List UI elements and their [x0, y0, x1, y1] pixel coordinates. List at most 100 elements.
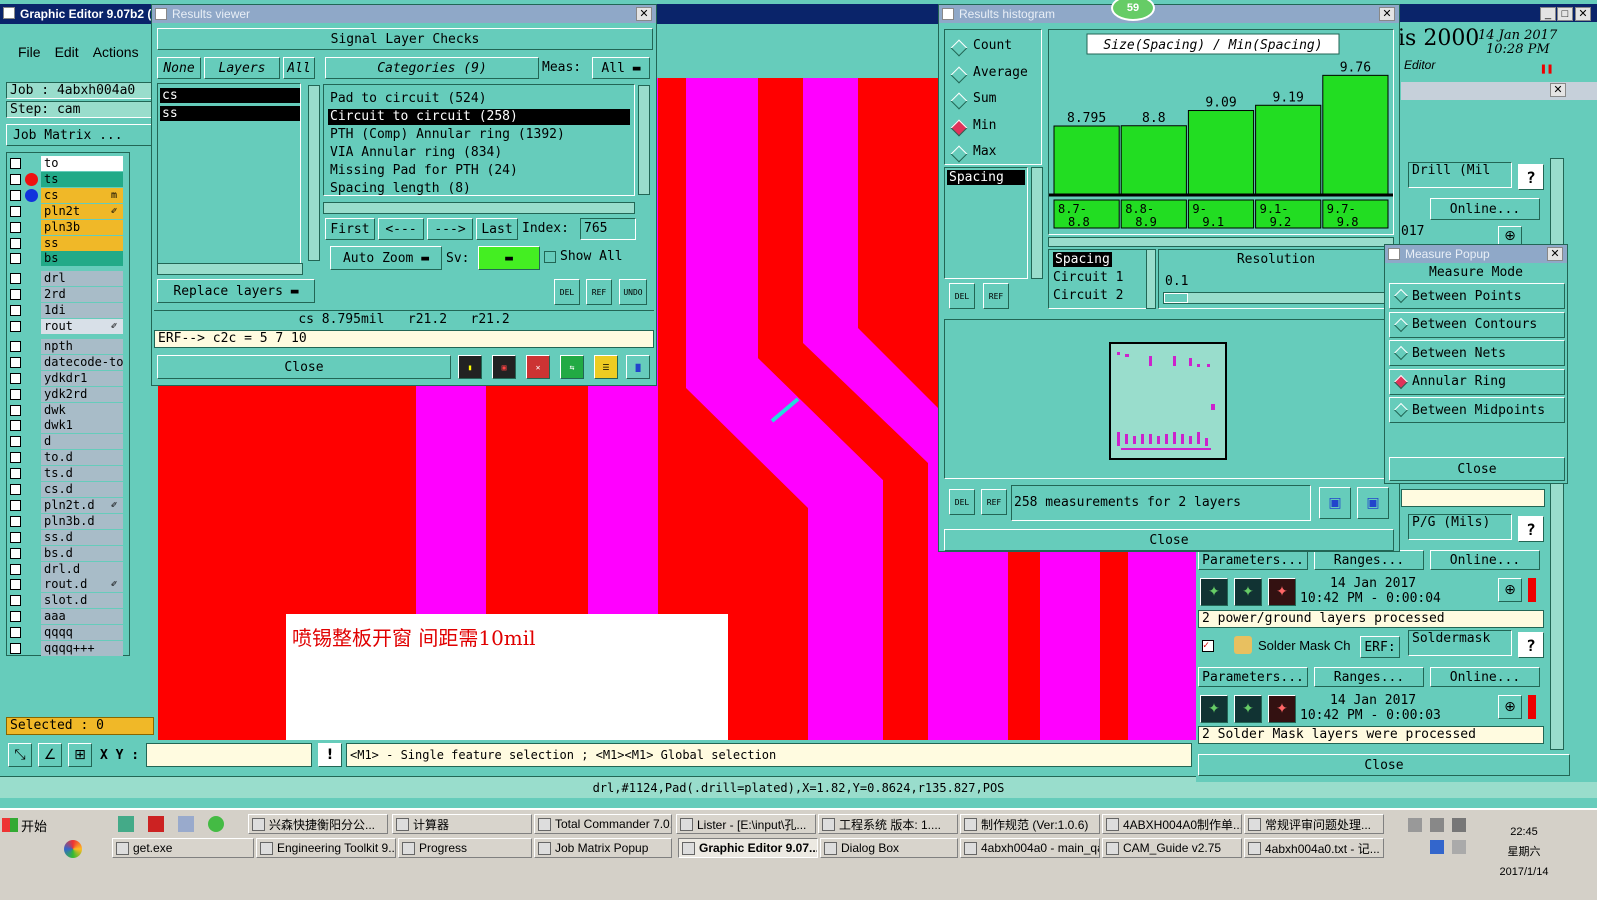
tool-icon-2[interactable]: ▣	[492, 355, 516, 379]
measure-mode-radio[interactable]	[1393, 288, 1409, 304]
layer-checkbox[interactable]	[10, 340, 21, 352]
layer-row[interactable]: slot.d	[7, 593, 125, 609]
layer-checkbox[interactable]	[10, 595, 21, 607]
layer-checkbox[interactable]	[10, 611, 21, 623]
taskbar-button[interactable]: 工程系统 版本: 1....	[818, 814, 958, 834]
none-button[interactable]: None	[157, 57, 201, 79]
last-button[interactable]: Last	[476, 218, 518, 240]
zoom-icon-2[interactable]: ⊕	[1498, 578, 1522, 602]
taskbar-button[interactable]: 计算器	[392, 814, 532, 834]
layer-checkbox[interactable]	[10, 531, 21, 543]
layer-checkbox[interactable]	[10, 547, 21, 559]
histogram-titlebar[interactable]: Results histogram	[939, 5, 1399, 23]
layer-row[interactable]: pln2t.d ✐	[7, 497, 125, 513]
layer-row[interactable]: d	[7, 434, 125, 450]
browser-icon[interactable]	[208, 816, 224, 832]
stat-radio-min[interactable]	[950, 119, 968, 136]
layer-name[interactable]: ss	[41, 235, 123, 251]
layer-checkbox[interactable]	[10, 221, 21, 233]
tray-icon-1[interactable]	[1408, 818, 1422, 832]
layer-name[interactable]: drl.d	[41, 561, 123, 577]
auto-zoom-button[interactable]: Auto Zoom ▬	[330, 246, 442, 270]
document-icon[interactable]	[178, 816, 194, 832]
drill-online-button[interactable]: Online...	[1430, 198, 1540, 220]
layer-checkbox[interactable]	[10, 563, 21, 575]
layer-name[interactable]: bs.d	[41, 545, 123, 561]
layer-result-list[interactable]: cs ss	[157, 83, 301, 267]
layer-row[interactable]: ts	[7, 171, 125, 187]
hist-del-icon[interactable]: DEL	[949, 283, 975, 309]
replace-layers-button[interactable]: Replace layers ▬	[157, 279, 315, 303]
minimize-button[interactable]: _	[1540, 7, 1556, 21]
menu-file[interactable]: File	[18, 44, 41, 60]
zoom-icon-3[interactable]: ⊕	[1498, 695, 1522, 719]
category-hscroll[interactable]	[323, 202, 635, 214]
measure-popup-close-x[interactable]: ✕	[1547, 247, 1563, 261]
show-all-checkbox[interactable]	[544, 251, 556, 263]
layer-checkbox[interactable]	[10, 420, 21, 432]
category-item[interactable]: Spacing length (8)	[328, 181, 630, 197]
resolution-slider[interactable]	[1163, 292, 1389, 304]
category-item[interactable]: Circuit to circuit (258)	[328, 109, 630, 125]
layer-name[interactable]: d	[41, 434, 123, 450]
del-icon[interactable]: DEL	[554, 279, 580, 305]
layer-result-cs[interactable]: cs	[160, 88, 300, 103]
export-icon-2[interactable]: ▣	[1357, 487, 1389, 519]
layer-name[interactable]: ydk2rd	[41, 386, 123, 402]
layer-result-ss[interactable]: ss	[160, 106, 300, 121]
hist-del-icon-2[interactable]: DEL	[949, 489, 975, 515]
histogram-bar[interactable]	[1255, 104, 1322, 195]
sv-color-dropdown[interactable]: ▬	[478, 246, 540, 270]
layer-checkbox[interactable]	[10, 388, 21, 400]
index-input[interactable]: 765	[580, 218, 636, 240]
histogram-bar[interactable]	[1187, 110, 1255, 195]
zoom-icon-1[interactable]: ⊕	[1498, 226, 1522, 246]
layer-row[interactable]: rout ✐	[7, 319, 125, 334]
layer-checkbox[interactable]	[10, 205, 21, 217]
layer-checkbox[interactable]	[10, 273, 21, 285]
layer-name[interactable]: datecode-to	[41, 354, 123, 370]
category-vscroll[interactable]	[638, 85, 650, 195]
taskbar-button[interactable]: 制作规范 (Ver:1.0.6)	[960, 814, 1100, 834]
taskbar-button[interactable]: Graphic Editor 9.07...	[678, 838, 818, 858]
close-window-button[interactable]: ✕	[1575, 7, 1591, 21]
taskbar-button[interactable]: 4abxh004a0 - main_qa	[960, 838, 1100, 858]
checklist-sub-close[interactable]: ✕	[1550, 83, 1566, 97]
layer-name[interactable]: to	[41, 156, 123, 171]
layer-name[interactable]: bs	[41, 251, 123, 267]
tray-icon-3[interactable]	[1452, 818, 1466, 832]
layer-row[interactable]: ydkdr1	[7, 370, 125, 386]
measure-mode-between-midpoints[interactable]: Between Midpoints	[1389, 397, 1565, 423]
layer-row[interactable]: ss.d	[7, 529, 125, 545]
taskbar-button[interactable]: 常规评审问题处理...	[1244, 814, 1384, 834]
resolution-slider-thumb[interactable]	[1164, 293, 1188, 303]
histogram-icon[interactable]: ▇	[626, 355, 650, 379]
pg-ranges-button[interactable]: Ranges...	[1314, 550, 1424, 570]
layer-row[interactable]: to.d	[7, 450, 125, 466]
taskbar-button[interactable]: Lister - [E:\input\孔...	[676, 814, 816, 834]
layer-checkbox[interactable]	[10, 452, 21, 464]
layer-name[interactable]: pln3b	[41, 219, 123, 235]
tray-icon-2[interactable]	[1430, 818, 1444, 832]
taskbar-button[interactable]: 4abxh004a0.txt - 记...	[1244, 838, 1384, 858]
layer-name[interactable]: ts.d	[41, 466, 123, 482]
layer-name[interactable]: 2rd	[41, 287, 123, 303]
layer-name[interactable]: pln3b.d	[41, 513, 123, 529]
sm-parameters-button[interactable]: Parameters...	[1198, 667, 1308, 687]
layer-row[interactable]: npth	[7, 338, 125, 354]
checklist-sub-title[interactable]	[1401, 82, 1597, 100]
measure-mode-radio[interactable]	[1393, 317, 1409, 332]
layer-checkbox[interactable]	[10, 237, 21, 249]
sm-ranges-button[interactable]: Ranges...	[1314, 667, 1424, 687]
layer-checkbox[interactable]	[10, 515, 21, 527]
first-button[interactable]: First	[325, 218, 375, 240]
taskbar-button[interactable]: 4ABXH004A0制作单...	[1102, 814, 1242, 834]
taskbar-button[interactable]: Progress	[398, 838, 532, 858]
layer-checkbox[interactable]	[10, 173, 21, 185]
start-button[interactable]: 开始	[2, 814, 58, 836]
layer-checkbox[interactable]	[10, 253, 21, 265]
meas-dropdown[interactable]: All ▬	[592, 57, 650, 79]
layer-checkbox[interactable]	[10, 158, 21, 169]
pg-online-button[interactable]: Online...	[1430, 550, 1540, 570]
layer-name[interactable]: slot.d	[41, 593, 123, 609]
